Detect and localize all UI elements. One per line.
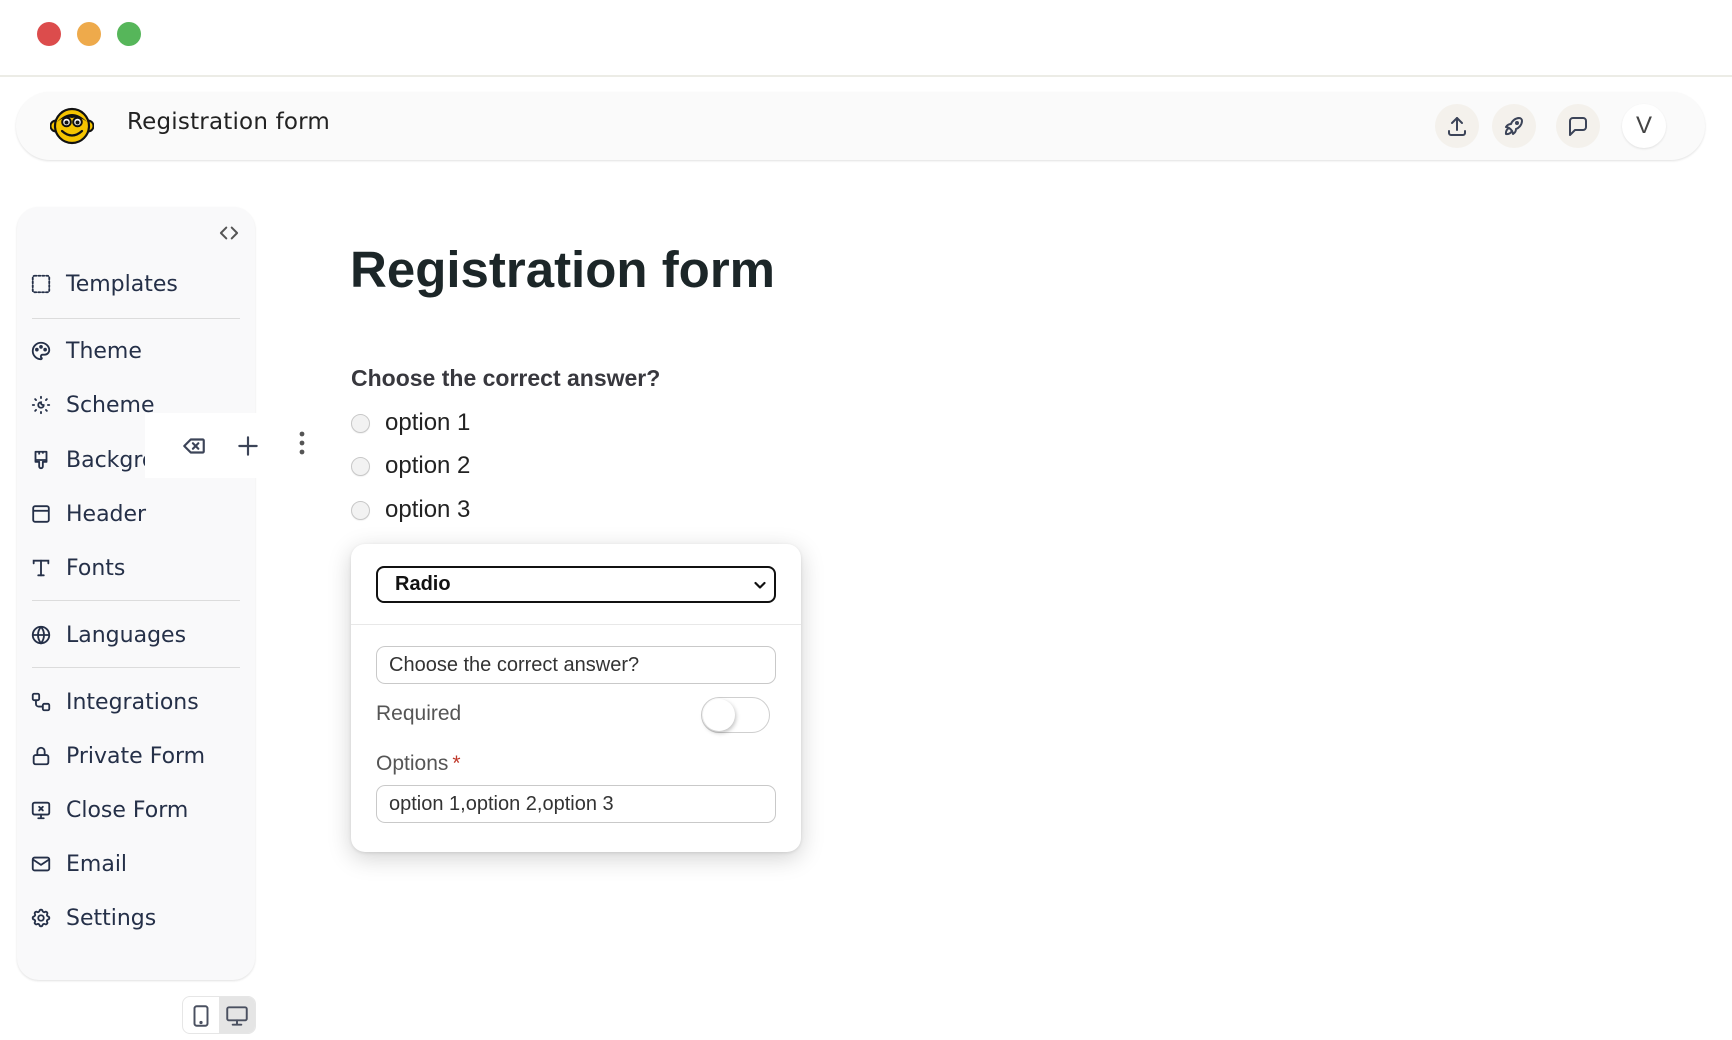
radio-option-label: option 3 bbox=[385, 496, 471, 523]
upload-icon bbox=[1448, 117, 1466, 136]
backspace-icon bbox=[183, 438, 205, 454]
globe-icon bbox=[31, 625, 51, 645]
field-toolbar bbox=[145, 413, 263, 478]
desktop-preview-button[interactable] bbox=[219, 997, 255, 1033]
sidebar-item-email[interactable]: Email bbox=[29, 847, 239, 881]
field-type-value: Radio bbox=[395, 573, 451, 595]
templates-icon bbox=[31, 274, 51, 294]
required-label: Required bbox=[376, 702, 462, 725]
palette-icon bbox=[31, 341, 51, 361]
publish-button[interactable] bbox=[1435, 104, 1479, 148]
radio-option[interactable]: option 3 bbox=[351, 496, 470, 524]
layout-header-icon bbox=[32, 505, 50, 523]
add-field-button[interactable] bbox=[234, 432, 262, 460]
rocket-icon bbox=[1504, 117, 1523, 136]
mobile-preview-button[interactable] bbox=[183, 997, 219, 1033]
sidebar-collapse-button[interactable] bbox=[217, 223, 241, 243]
desktop-icon bbox=[226, 1006, 248, 1026]
app-title: Registration form bbox=[127, 109, 331, 135]
user-avatar[interactable]: V bbox=[1622, 104, 1666, 148]
sidebar-item-label: Scheme bbox=[66, 392, 155, 418]
editor-divider bbox=[351, 624, 801, 625]
options-label: Options * bbox=[376, 752, 461, 776]
comments-button[interactable] bbox=[1556, 104, 1600, 148]
sidebar-item-label: Close Form bbox=[66, 797, 189, 823]
sidebar-item-languages[interactable]: Languages bbox=[29, 618, 239, 652]
mobile-icon bbox=[193, 1005, 209, 1027]
sidebar-item-label: Settings bbox=[66, 905, 157, 931]
typography-icon bbox=[32, 559, 50, 577]
required-toggle[interactable] bbox=[701, 697, 770, 733]
sidebar-item-label: Fonts bbox=[66, 555, 126, 581]
field-editor-panel: Radio Choose the correct answer? Require… bbox=[351, 544, 801, 852]
launch-button[interactable] bbox=[1492, 104, 1536, 148]
sidebar-item-label: Languages bbox=[66, 622, 187, 648]
radio-option[interactable]: option 1 bbox=[351, 409, 470, 437]
sidebar-item-header[interactable]: Header bbox=[29, 497, 239, 531]
sidebar-item-fonts[interactable]: Fonts bbox=[29, 551, 239, 585]
top-bar: Registration form V bbox=[16, 92, 1705, 160]
chevron-down-icon bbox=[754, 581, 766, 589]
code-brackets-icon bbox=[219, 226, 239, 240]
window-maximize-button[interactable] bbox=[117, 22, 141, 46]
chrome-divider bbox=[0, 75, 1732, 77]
sidebar-item-templates[interactable]: Templates bbox=[29, 267, 239, 301]
question-label[interactable]: Choose the correct answer? bbox=[351, 365, 660, 392]
sidebar-item-private-form[interactable]: Private Form bbox=[29, 739, 239, 773]
sidebar-item-label: Theme bbox=[66, 338, 142, 364]
options-input[interactable]: option 1,option 2,option 3 bbox=[376, 785, 776, 823]
toggle-knob bbox=[703, 699, 735, 731]
field-type-select[interactable]: Radio bbox=[376, 566, 776, 603]
paintbrush-icon bbox=[34, 450, 48, 470]
radio-option[interactable]: option 2 bbox=[351, 452, 470, 480]
form-title[interactable]: Registration form bbox=[350, 240, 775, 299]
plus-icon bbox=[238, 436, 258, 456]
sidebar-item-label: Private Form bbox=[66, 743, 206, 769]
device-preview-toggle bbox=[182, 996, 256, 1034]
monitor-x-icon bbox=[31, 801, 51, 820]
radio-option-label: option 2 bbox=[385, 452, 471, 479]
monkey-face-icon[interactable] bbox=[49, 104, 95, 148]
comment-icon bbox=[1569, 117, 1587, 136]
sidebar-divider bbox=[32, 600, 240, 601]
delete-field-button[interactable] bbox=[180, 432, 208, 460]
sidebar-divider bbox=[32, 318, 240, 319]
field-more-options-button[interactable] bbox=[288, 428, 316, 458]
sidebar-item-theme[interactable]: Theme bbox=[29, 334, 239, 368]
sun-moon-icon bbox=[31, 395, 51, 415]
sidebar: Templates Theme Scheme Background Header… bbox=[17, 207, 255, 980]
sidebar-item-label: Templates bbox=[66, 271, 178, 297]
radio-button[interactable] bbox=[351, 456, 370, 476]
sidebar-item-label: Integrations bbox=[66, 689, 199, 715]
radio-button[interactable] bbox=[351, 413, 370, 433]
sidebar-item-label: Header bbox=[66, 501, 147, 527]
window-minimize-button[interactable] bbox=[77, 22, 101, 46]
options-label-text: Options bbox=[376, 752, 449, 775]
radio-option-label: option 1 bbox=[385, 409, 471, 436]
gear-icon bbox=[31, 908, 51, 928]
lock-icon bbox=[32, 746, 50, 766]
mail-icon bbox=[31, 856, 51, 872]
window-close-button[interactable] bbox=[37, 22, 61, 46]
sidebar-divider bbox=[32, 667, 240, 668]
question-text-input[interactable]: Choose the correct answer? bbox=[376, 646, 776, 684]
sidebar-item-label: Email bbox=[66, 851, 128, 877]
vertical-dots-icon bbox=[299, 431, 305, 455]
sidebar-item-settings[interactable]: Settings bbox=[29, 901, 239, 935]
sidebar-item-close-form[interactable]: Close Form bbox=[29, 793, 239, 827]
integrations-icon bbox=[31, 692, 51, 712]
radio-button[interactable] bbox=[351, 500, 370, 520]
sidebar-item-integrations[interactable]: Integrations bbox=[29, 685, 239, 719]
required-marker: * bbox=[452, 752, 461, 775]
